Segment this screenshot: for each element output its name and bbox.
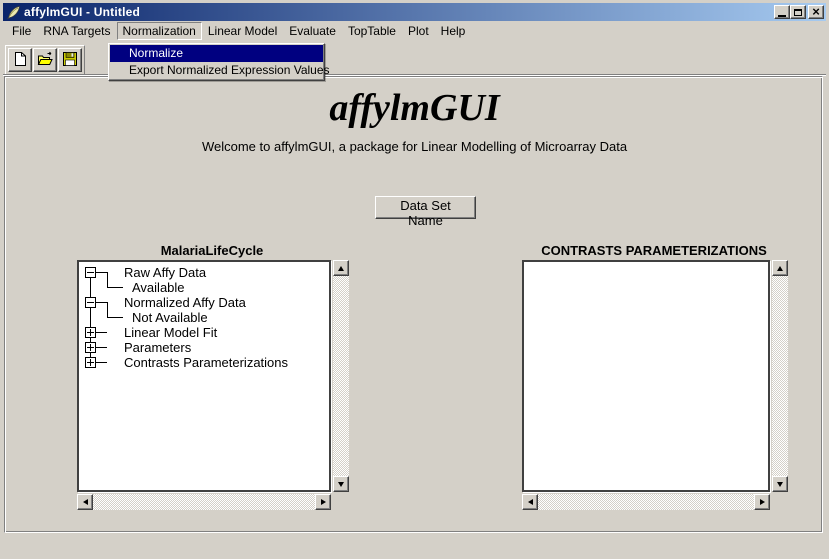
arrow-down-icon: [338, 482, 344, 487]
scroll-down-button[interactable]: [772, 476, 788, 492]
arrow-left-icon: [528, 499, 533, 505]
right-panel-header: CONTRASTS PARAMETERIZATIONS: [522, 243, 786, 258]
tree-item-raw-affy-data[interactable]: Raw Affy Data: [79, 265, 329, 280]
menu-plot[interactable]: Plot: [402, 22, 435, 40]
save-floppy-icon: [62, 51, 78, 70]
left-vertical-scrollbar[interactable]: [333, 260, 349, 492]
close-icon: ×: [812, 7, 820, 17]
minimize-icon: [778, 15, 786, 17]
tree-item-linear-model-fit[interactable]: Linear Model Fit: [79, 325, 329, 340]
maximize-icon: [794, 9, 802, 16]
scroll-left-button[interactable]: [77, 494, 93, 510]
window-controls: ×: [774, 5, 824, 19]
menu-bar: File RNA Targets Normalization Linear Mo…: [3, 21, 826, 41]
dataset-tree-listbox[interactable]: Raw Affy Data Available Normalized Affy …: [77, 260, 331, 492]
menu-item-normalize[interactable]: Normalize: [110, 45, 323, 62]
welcome-text: Welcome to affylmGUI, a package for Line…: [0, 139, 829, 154]
minimize-button[interactable]: [774, 5, 790, 19]
arrow-up-icon: [777, 266, 783, 271]
tree-item-available[interactable]: Available: [79, 280, 329, 295]
normalization-dropdown-menu: Normalize Export Normalized Expression V…: [108, 43, 325, 81]
tree-item-not-available[interactable]: Not Available: [79, 310, 329, 325]
plus-box-icon[interactable]: [85, 357, 96, 368]
open-folder-icon: [37, 51, 53, 70]
scroll-left-button[interactable]: [522, 494, 538, 510]
minus-box-icon[interactable]: [85, 297, 96, 308]
open-file-button[interactable]: [33, 48, 57, 72]
minus-box-icon[interactable]: [85, 267, 96, 278]
toolbar: [5, 45, 85, 75]
save-file-button[interactable]: [58, 48, 82, 72]
menu-normalization[interactable]: Normalization: [117, 22, 202, 40]
dataset-tree-panel: Raw Affy Data Available Normalized Affy …: [77, 260, 349, 510]
left-horizontal-scrollbar[interactable]: [77, 494, 331, 510]
arrow-right-icon: [321, 499, 326, 505]
horizontal-scrollbar-track[interactable]: [93, 494, 315, 510]
vertical-scrollbar-track[interactable]: [333, 276, 349, 476]
feather-app-icon: [6, 5, 21, 20]
plus-box-icon[interactable]: [85, 327, 96, 338]
arrow-right-icon: [760, 499, 765, 505]
close-button[interactable]: ×: [808, 5, 824, 19]
vertical-scrollbar-track[interactable]: [772, 276, 788, 476]
menu-item-export-normalized[interactable]: Export Normalized Expression Values: [110, 62, 323, 79]
menu-linear-model[interactable]: Linear Model: [202, 22, 283, 40]
maximize-button[interactable]: [790, 5, 806, 19]
dataset-tree: Raw Affy Data Available Normalized Affy …: [79, 262, 329, 370]
data-set-name-button[interactable]: Data Set Name: [375, 196, 476, 219]
tree-item-contrasts-parameterizations[interactable]: Contrasts Parameterizations: [79, 355, 329, 370]
right-horizontal-scrollbar[interactable]: [522, 494, 770, 510]
menu-help[interactable]: Help: [435, 22, 472, 40]
menu-toptable[interactable]: TopTable: [342, 22, 402, 40]
tree-item-normalized-affy-data[interactable]: Normalized Affy Data: [79, 295, 329, 310]
plus-box-icon[interactable]: [85, 342, 96, 353]
app-title: affylmGUI: [0, 86, 829, 130]
scroll-up-button[interactable]: [772, 260, 788, 276]
arrow-left-icon: [83, 499, 88, 505]
right-vertical-scrollbar[interactable]: [772, 260, 788, 492]
arrow-up-icon: [338, 266, 344, 271]
tree-item-parameters[interactable]: Parameters: [79, 340, 329, 355]
contrasts-panel: [522, 260, 788, 510]
contrasts-listbox[interactable]: [522, 260, 770, 492]
horizontal-scrollbar-track[interactable]: [538, 494, 754, 510]
menu-file[interactable]: File: [6, 22, 37, 40]
scroll-up-button[interactable]: [333, 260, 349, 276]
menu-rna-targets[interactable]: RNA Targets: [37, 22, 116, 40]
arrow-down-icon: [777, 482, 783, 487]
title-bar[interactable]: affylmGUI - Untitled ×: [3, 3, 826, 21]
left-panel-header: MalariaLifeCycle: [77, 243, 347, 258]
scroll-down-button[interactable]: [333, 476, 349, 492]
scroll-right-button[interactable]: [754, 494, 770, 510]
window-title: affylmGUI - Untitled: [24, 5, 140, 19]
menu-evaluate[interactable]: Evaluate: [283, 22, 342, 40]
scroll-right-button[interactable]: [315, 494, 331, 510]
new-document-icon: [12, 51, 28, 70]
application-window: affylmGUI - Untitled × File RNA Targets …: [0, 0, 829, 559]
new-file-button[interactable]: [8, 48, 32, 72]
